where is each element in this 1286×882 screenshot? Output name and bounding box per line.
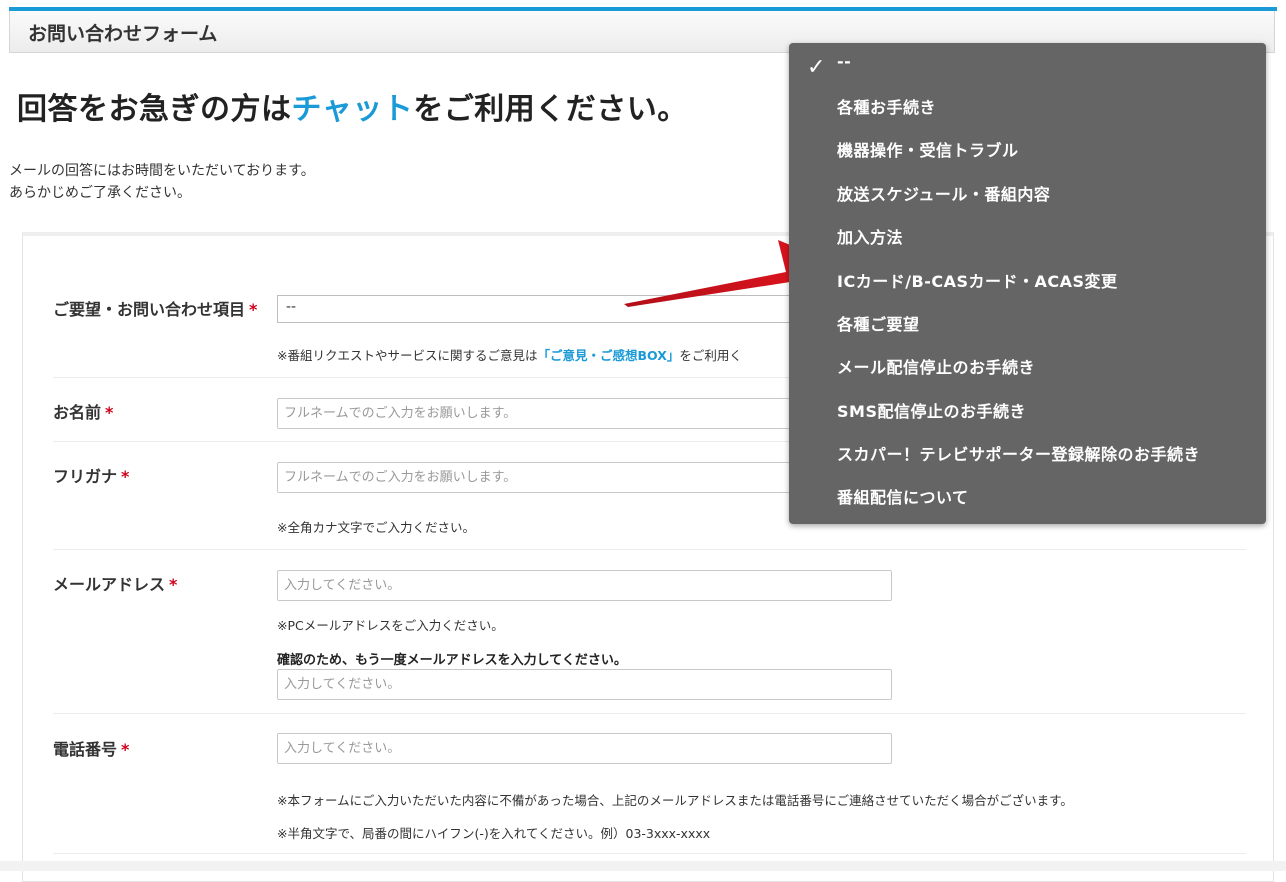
dropdown-option[interactable]: メール配信停止のお手続き xyxy=(837,354,1035,378)
dropdown-option[interactable]: 番組配信について xyxy=(837,484,969,508)
dropdown-option[interactable]: 各種ご要望 xyxy=(837,311,920,335)
category-dropdown-menu[interactable]: ✓ -- 各種お手続き 機器操作・受信トラブル 放送スケジュール・番組内容 加入… xyxy=(789,43,1266,524)
dropdown-option[interactable]: -- xyxy=(837,52,851,71)
dropdown-option[interactable]: SMS配信停止のお手続き xyxy=(837,398,1026,422)
checkmark-icon: ✓ xyxy=(807,55,826,80)
dropdown-option[interactable]: 各種お手続き xyxy=(837,94,936,118)
dropdown-option[interactable]: スカパー！テレビサポーター登録解除のお手続き xyxy=(837,441,1200,465)
dropdown-option[interactable]: 機器操作・受信トラブル xyxy=(837,137,1019,161)
dropdown-option[interactable]: 加入方法 xyxy=(837,224,903,248)
dropdown-option[interactable]: 放送スケジュール・番組内容 xyxy=(837,181,1050,205)
dropdown-option[interactable]: ICカード/B-CASカード・ACAS変更 xyxy=(837,268,1118,292)
